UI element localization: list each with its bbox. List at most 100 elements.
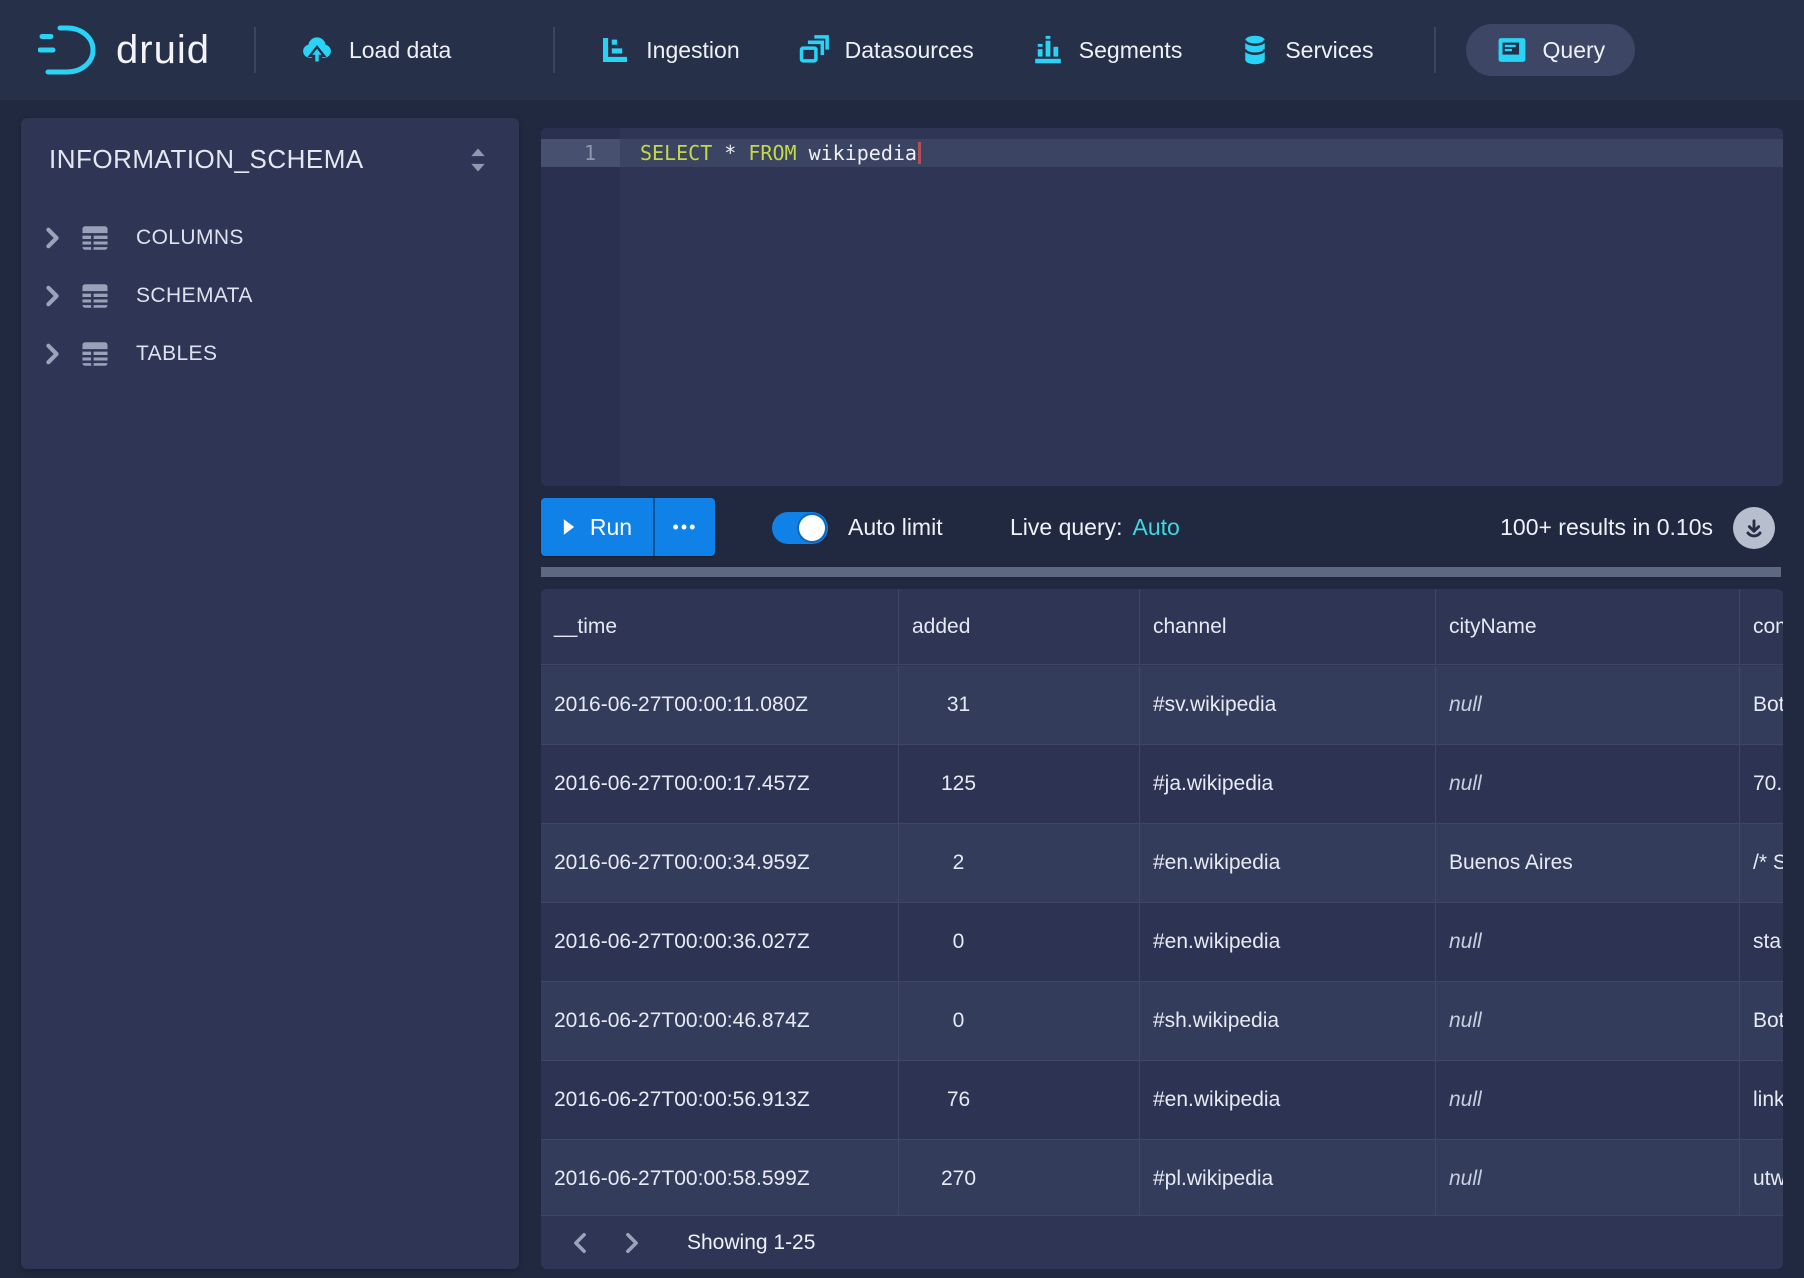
nav-item-datasources[interactable]: Datasources	[798, 34, 974, 66]
results-table-header: __time added channel cityName comment	[541, 589, 1783, 665]
cell-time[interactable]: 2016-06-27T00:00:17.457Z	[541, 745, 899, 824]
nav-divider	[553, 27, 555, 73]
results-table-body: 2016-06-27T00:00:11.080Z31#sv.wikipedian…	[541, 666, 1783, 1215]
cell-time[interactable]: 2016-06-27T00:00:56.913Z	[541, 1061, 899, 1140]
line-number: 1	[541, 139, 620, 167]
download-icon	[1743, 517, 1765, 539]
druid-logo[interactable]: druid	[38, 23, 210, 77]
play-icon	[562, 518, 576, 536]
showing-range-text: Showing 1-25	[687, 1231, 815, 1255]
services-icon	[1240, 33, 1270, 67]
cell-time[interactable]: 2016-06-27T00:00:34.959Z	[541, 824, 899, 903]
cell-time[interactable]: 2016-06-27T00:00:58.599Z	[541, 1140, 899, 1215]
nav-divider	[254, 27, 256, 73]
schema-tree: COLUMNS SCHEMATA TABLES	[21, 209, 519, 383]
nav-item-segments[interactable]: Segments	[1032, 34, 1183, 66]
cell-channel[interactable]: #pl.wikipedia	[1140, 1140, 1436, 1215]
segments-icon	[1032, 34, 1064, 66]
cell-channel[interactable]: #ja.wikipedia	[1140, 745, 1436, 824]
tree-item-label: COLUMNS	[136, 226, 244, 250]
live-query-value[interactable]: Auto	[1133, 514, 1180, 541]
table-row: 2016-06-27T00:00:11.080Z31#sv.wikipedian…	[541, 666, 1783, 745]
column-header-cityname[interactable]: cityName	[1436, 589, 1740, 664]
nav-divider	[1434, 27, 1436, 73]
cell-channel[interactable]: #sv.wikipedia	[1140, 666, 1436, 745]
results-panel: __time added channel cityName comment 20…	[541, 589, 1783, 1269]
cell-time[interactable]: 2016-06-27T00:00:11.080Z	[541, 666, 899, 745]
results-info-text: 100+ results in 0.10s	[1500, 486, 1713, 568]
nav-item-label: Services	[1285, 37, 1373, 64]
tree-item-tables[interactable]: TABLES	[21, 325, 519, 383]
table-row: 2016-06-27T00:00:34.959Z2#en.wikipediaBu…	[541, 824, 1783, 903]
query-icon	[1496, 35, 1528, 65]
chevron-right-icon	[45, 343, 60, 365]
cell-channel[interactable]: #en.wikipedia	[1140, 1061, 1436, 1140]
cell-cityname[interactable]: Buenos Aires	[1436, 824, 1740, 903]
table-row: 2016-06-27T00:00:58.599Z270#pl.wikipedia…	[541, 1140, 1783, 1215]
tree-item-schemata[interactable]: SCHEMATA	[21, 267, 519, 325]
ellipsis-icon: •••	[673, 517, 698, 538]
cell-cityname[interactable]: null	[1436, 1140, 1740, 1215]
cell-channel[interactable]: #en.wikipedia	[1140, 824, 1436, 903]
cell-added[interactable]: 125	[899, 745, 1140, 824]
cell-channel[interactable]: #sh.wikipedia	[1140, 982, 1436, 1061]
column-header-added[interactable]: added	[899, 589, 1140, 664]
next-page-button[interactable]	[615, 1226, 649, 1260]
column-header-channel[interactable]: channel	[1140, 589, 1436, 664]
chevron-right-icon	[45, 227, 60, 249]
nav-item-query-active[interactable]: Query	[1466, 24, 1636, 76]
horizontal-scrollbar-thumb[interactable]	[541, 567, 1781, 577]
cell-added[interactable]: 31	[899, 666, 1140, 745]
run-button[interactable]: Run	[541, 498, 653, 556]
cell-comment[interactable]: /* S	[1740, 824, 1783, 903]
toggle-knob	[799, 515, 825, 541]
cell-comment[interactable]: sta	[1740, 903, 1783, 982]
cell-cityname[interactable]: null	[1436, 1061, 1740, 1140]
cell-added[interactable]: 270	[899, 1140, 1140, 1215]
live-query-label: Live query:	[1010, 514, 1123, 541]
cell-added[interactable]: 2	[899, 824, 1140, 903]
tree-item-label: SCHEMATA	[136, 284, 253, 308]
auto-limit-toggle[interactable]	[772, 512, 828, 544]
sql-code[interactable]: SELECT * FROM wikipedia	[640, 139, 921, 167]
nav-item-label: Query	[1543, 37, 1606, 64]
nav-item-label: Load data	[349, 37, 451, 64]
editor-line-1[interactable]: 1 SELECT * FROM wikipedia	[541, 139, 1783, 167]
schema-selector[interactable]: INFORMATION_SCHEMA	[21, 118, 519, 175]
pagination-bar: Showing 1-25	[541, 1215, 1783, 1269]
cell-cityname[interactable]: null	[1436, 666, 1740, 745]
nav-item-label: Segments	[1079, 37, 1183, 64]
druid-logo-icon	[38, 23, 102, 77]
cell-cityname[interactable]: null	[1436, 903, 1740, 982]
nav-item-ingestion[interactable]: Ingestion	[599, 34, 739, 66]
more-options-button[interactable]: •••	[653, 498, 715, 556]
cell-channel[interactable]: #en.wikipedia	[1140, 903, 1436, 982]
run-button-label: Run	[590, 514, 632, 541]
cell-cityname[interactable]: null	[1436, 982, 1740, 1061]
cell-comment[interactable]: 70.	[1740, 745, 1783, 824]
cell-time[interactable]: 2016-06-27T00:00:36.027Z	[541, 903, 899, 982]
previous-page-button[interactable]	[563, 1226, 597, 1260]
nav-item-services[interactable]: Services	[1240, 33, 1373, 67]
cell-comment[interactable]: link	[1740, 1061, 1783, 1140]
nav-item-load-data[interactable]: Load data	[300, 33, 451, 67]
double-caret-vertical-icon	[467, 147, 489, 173]
cell-added[interactable]: 0	[899, 982, 1140, 1061]
ingestion-icon	[599, 34, 631, 66]
schema-sidebar: INFORMATION_SCHEMA COLUMNS	[21, 118, 519, 1269]
column-header-time[interactable]: __time	[541, 589, 899, 664]
auto-limit-label[interactable]: Auto limit	[848, 486, 943, 568]
cell-comment[interactable]: utw	[1740, 1140, 1783, 1215]
tree-item-columns[interactable]: COLUMNS	[21, 209, 519, 267]
cell-cityname[interactable]: null	[1436, 745, 1740, 824]
nav-item-label: Ingestion	[646, 37, 739, 64]
cell-time[interactable]: 2016-06-27T00:00:46.874Z	[541, 982, 899, 1061]
cell-comment[interactable]: Bot	[1740, 982, 1783, 1061]
editor-gutter	[541, 128, 620, 486]
cell-added[interactable]: 0	[899, 903, 1140, 982]
download-results-button[interactable]	[1733, 507, 1775, 549]
cell-added[interactable]: 76	[899, 1061, 1140, 1140]
sql-editor[interactable]: 1 SELECT * FROM wikipedia	[541, 128, 1783, 486]
cell-comment[interactable]: Bot	[1740, 666, 1783, 745]
column-header-comment[interactable]: comment	[1740, 589, 1783, 664]
